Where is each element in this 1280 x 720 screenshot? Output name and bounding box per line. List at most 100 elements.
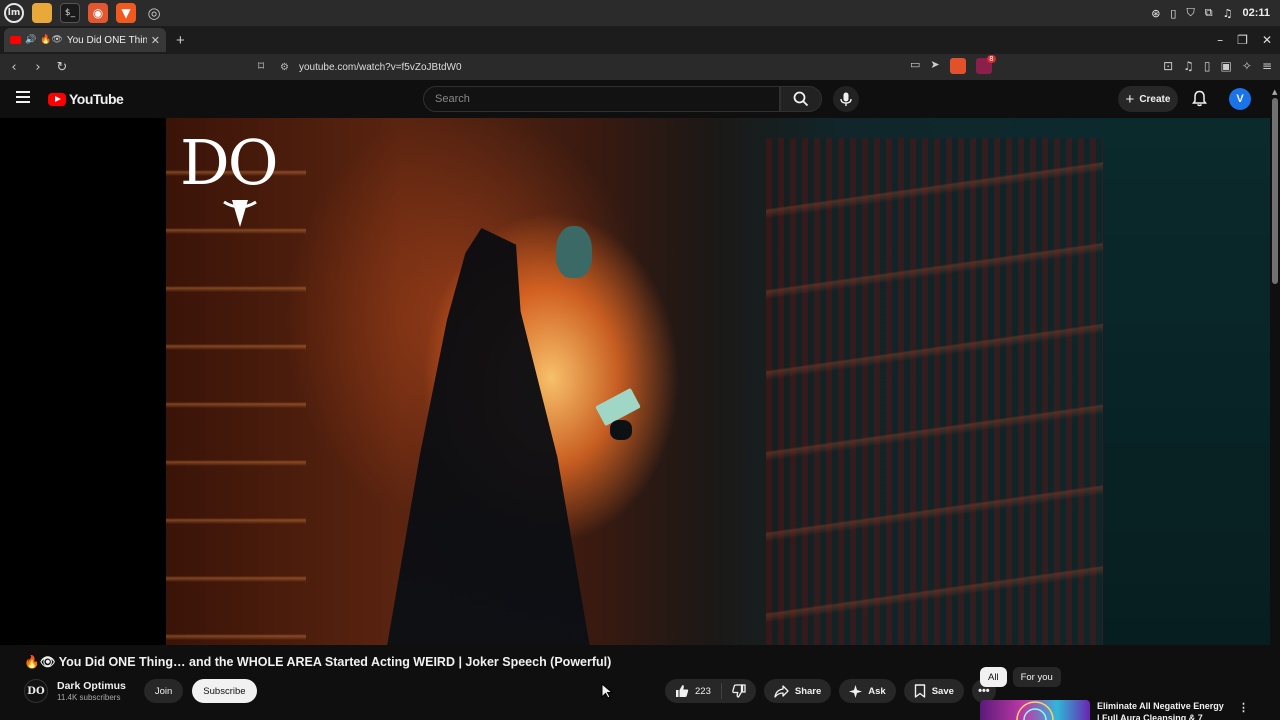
youtube-logo-text: YouTube: [69, 91, 124, 107]
share-button[interactable]: Share: [763, 679, 832, 703]
watermark-dagger-icon: [223, 200, 257, 227]
youtube-header: YouTube Search + Create V: [0, 80, 1280, 118]
address-bar[interactable]: ⚙ youtube.com/watch?v=f5vZoJBtdW0: [280, 57, 1000, 77]
linux-mint-menu-icon[interactable]: lm: [4, 3, 24, 23]
related-filter-chips: All For you: [980, 667, 1061, 687]
toggle-tray-icon[interactable]: ▯: [1170, 7, 1176, 20]
dislike-button[interactable]: [722, 684, 756, 698]
screenshot-icon[interactable]: ⊡: [1163, 59, 1173, 73]
video-shelves-right: [766, 138, 1103, 645]
channel-watermark-logo: DO: [180, 132, 290, 232]
guide-menu-icon[interactable]: [16, 91, 30, 103]
channel-row: DO Dark Optimus 11.4K subscribers Join S…: [24, 678, 257, 704]
brave-rewards-icon[interactable]: 8: [975, 55, 996, 74]
forward-icon[interactable]: ›: [28, 60, 48, 75]
bell-icon: [1192, 90, 1207, 107]
save-label: Save: [931, 685, 954, 697]
system-tray: ⊛ ▯ ⛉ ⧉ ♫ 02:11: [1151, 6, 1280, 20]
join-button[interactable]: Join: [143, 679, 184, 703]
wallet-icon[interactable]: ▣: [1221, 59, 1232, 73]
music-tray-icon[interactable]: ♫: [1223, 7, 1233, 20]
youtube-logo[interactable]: YouTube: [48, 91, 124, 107]
browser-tab[interactable]: 🔊 🔥👁 You Did ONE Thing ✕: [4, 28, 166, 52]
recommended-video-thumbnail[interactable]: [980, 700, 1090, 720]
cast-icon[interactable]: ▭: [910, 58, 920, 74]
network-tray-icon[interactable]: ⧉: [1205, 6, 1213, 20]
new-tab-button[interactable]: +: [176, 32, 185, 49]
scroll-up-icon[interactable]: ▲: [1272, 88, 1277, 96]
chip-for-you[interactable]: For you: [1012, 667, 1061, 687]
shield-tray-icon[interactable]: ⛉: [1186, 6, 1194, 20]
youtube-favicon-icon: [10, 36, 21, 44]
tab-close-icon[interactable]: ✕: [151, 34, 160, 47]
tab-title-emoji: 🔥👁: [40, 35, 63, 45]
media-icon[interactable]: ♫: [1183, 59, 1194, 73]
url-text[interactable]: youtube.com/watch?v=f5vZoJBtdW0: [299, 62, 462, 73]
video-player[interactable]: DO: [0, 118, 1270, 645]
os-taskbar: lm $_ ◉ ▼ ◎ ⊛ ▯ ⛉ ⧉ ♫ 02:11: [0, 0, 1280, 26]
clock[interactable]: 02:11: [1242, 7, 1270, 19]
back-icon[interactable]: ‹: [4, 60, 24, 75]
share-icon: [774, 684, 789, 698]
video-title: 🔥👁 You Did ONE Thing… and the WHOLE AREA…: [24, 654, 611, 670]
close-window-icon[interactable]: ✕: [1262, 33, 1272, 47]
voice-search-button[interactable]: [833, 86, 859, 112]
terminal-icon[interactable]: $_: [60, 3, 80, 23]
browser-menu-icon[interactable]: ≡: [1262, 59, 1272, 73]
bookmark-icon[interactable]: ⌑: [258, 59, 264, 73]
firefox-icon[interactable]: ◉: [88, 3, 108, 23]
like-count: 223: [695, 685, 711, 697]
window-controls: – ❐ ✕: [1217, 33, 1280, 47]
sidebar-icon[interactable]: ▯: [1204, 59, 1211, 73]
subscriber-count: 11.4K subscribers: [57, 693, 121, 702]
chip-all[interactable]: All: [980, 667, 1007, 687]
video-actions: 223 Share Ask Save •••: [665, 679, 996, 703]
chrome-icon[interactable]: ◎: [144, 3, 164, 23]
video-figure-cloak: [387, 228, 590, 645]
rewards-badge: 8: [987, 55, 996, 63]
recommended-video[interactable]: Eliminate All Negative Energy | Full Aur…: [980, 700, 1255, 720]
video-figure-head: [556, 226, 592, 278]
video-frame[interactable]: DO: [166, 118, 1103, 645]
brave-icon[interactable]: ▼: [116, 3, 136, 23]
sparkle-icon: [849, 684, 863, 698]
video-title-text: You Did ONE Thing… and the WHOLE AREA St…: [58, 655, 612, 669]
account-avatar[interactable]: V: [1229, 88, 1251, 110]
video-hand: [610, 420, 632, 440]
subscribe-button[interactable]: Subscribe: [192, 679, 257, 703]
page-scrollbar[interactable]: ▲: [1270, 80, 1280, 720]
maximize-icon[interactable]: ❐: [1237, 33, 1248, 47]
search-button[interactable]: [780, 86, 822, 112]
save-button[interactable]: Save: [903, 679, 964, 703]
browser-tab-strip: 🔊 🔥👁 You Did ONE Thing ✕ + – ❐ ✕: [0, 26, 1280, 54]
reload-icon[interactable]: ↻: [52, 60, 72, 75]
thumbs-down-icon: [732, 684, 746, 698]
like-button[interactable]: 223: [665, 683, 722, 699]
brave-shields-icon[interactable]: [949, 58, 966, 74]
ask-button[interactable]: Ask: [839, 679, 896, 703]
audio-playing-icon[interactable]: 🔊: [25, 35, 36, 45]
search-input[interactable]: Search: [423, 86, 780, 112]
minimize-icon[interactable]: –: [1217, 33, 1223, 47]
site-info-icon[interactable]: ⚙: [280, 62, 289, 73]
notifications-button[interactable]: [1192, 90, 1207, 112]
ask-label: Ask: [868, 685, 886, 697]
address-bar-actions: ▭ ➤ 8: [910, 55, 996, 74]
channel-avatar[interactable]: DO: [24, 679, 48, 703]
files-icon[interactable]: [32, 3, 52, 23]
video-side-panel: [1103, 118, 1270, 645]
settings-tray-icon[interactable]: ⊛: [1151, 7, 1160, 20]
recommended-video-title[interactable]: Eliminate All Negative Energy | Full Aur…: [1097, 700, 1227, 720]
create-button[interactable]: + Create: [1118, 86, 1178, 112]
leo-ai-icon[interactable]: ✧: [1242, 59, 1252, 73]
youtube-play-logo-icon: [48, 92, 66, 106]
scrollbar-thumb[interactable]: [1272, 98, 1278, 284]
create-label: Create: [1139, 93, 1171, 105]
search-icon: [793, 91, 809, 107]
os-launcher: lm $_ ◉ ▼ ◎: [0, 3, 164, 23]
channel-name[interactable]: Dark Optimus: [57, 680, 126, 692]
channel-info: Dark Optimus 11.4K subscribers: [57, 680, 126, 702]
recommended-video-menu-icon[interactable]: ⋮: [1238, 701, 1249, 714]
send-icon[interactable]: ➤: [930, 58, 939, 74]
save-playlist-icon: [914, 684, 925, 698]
